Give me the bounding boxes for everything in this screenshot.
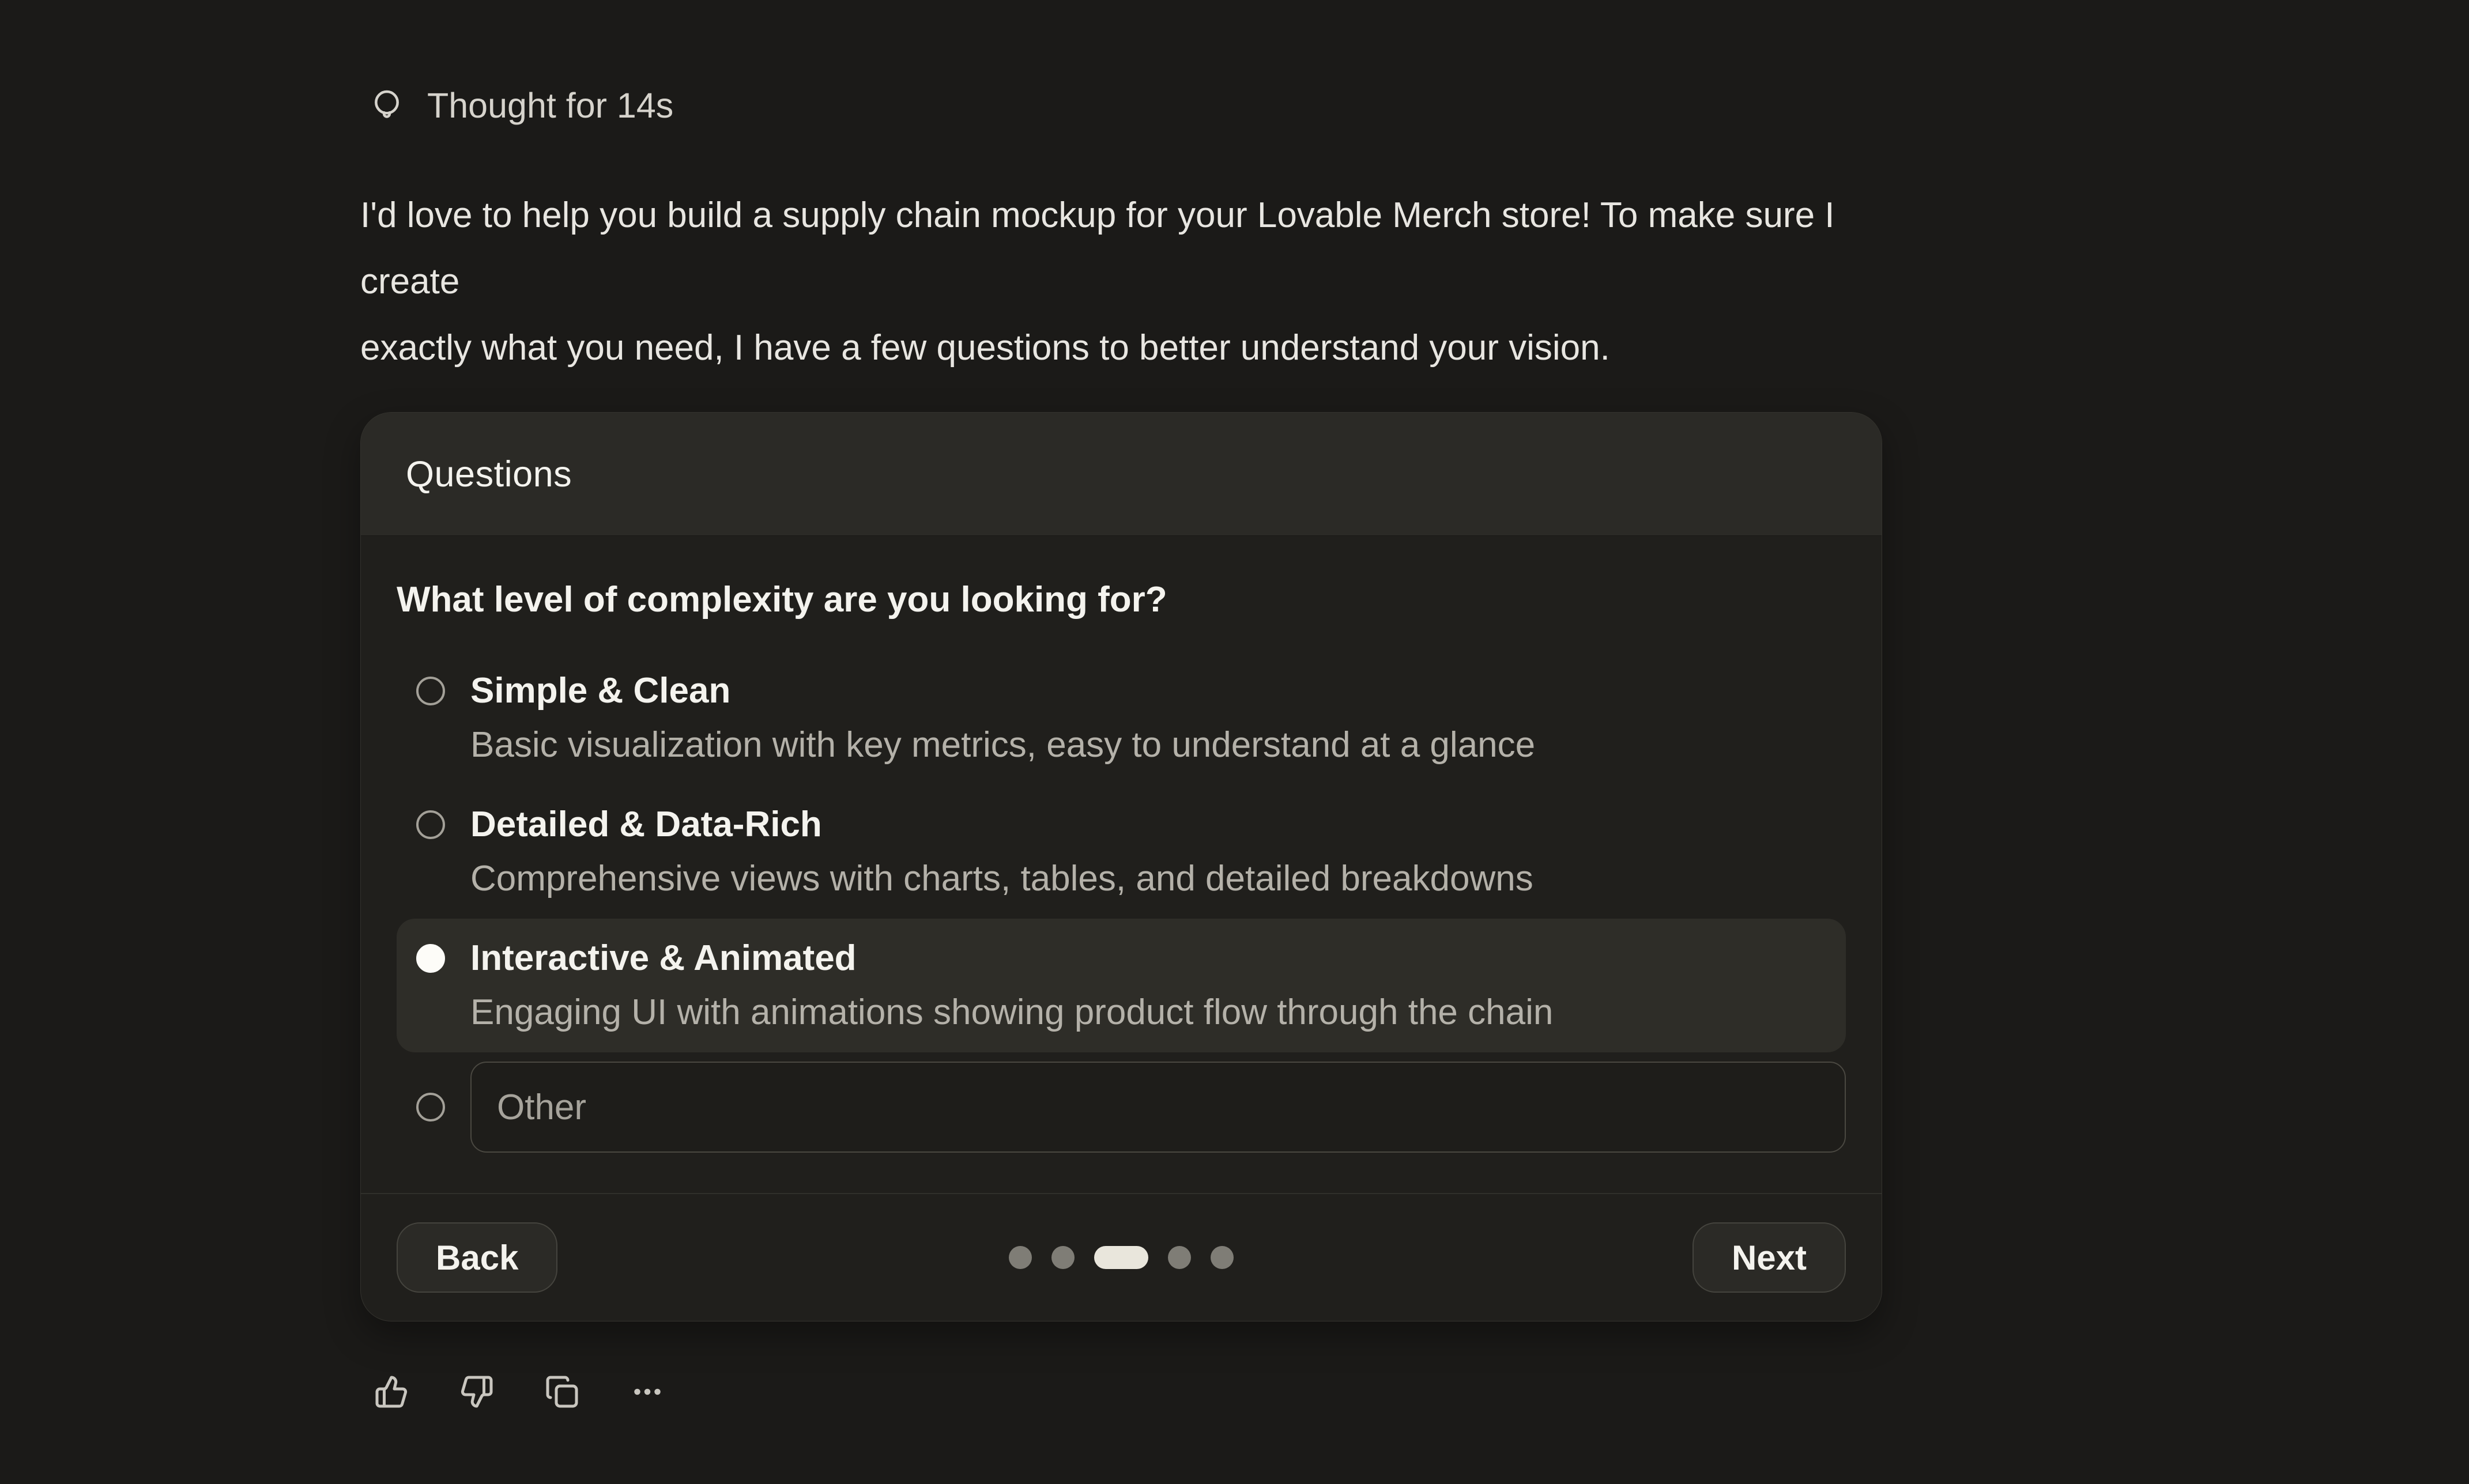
pagination-dot xyxy=(1051,1246,1075,1269)
option-description: Basic visualization with key metrics, ea… xyxy=(470,718,1535,772)
option-description: Comprehensive views with charts, tables,… xyxy=(470,852,1533,906)
options-list: Simple & CleanBasic visualization with k… xyxy=(397,651,1846,1052)
other-input[interactable] xyxy=(470,1062,1846,1153)
question-text: What level of complexity are you looking… xyxy=(397,573,1846,627)
card-body: What level of complexity are you looking… xyxy=(361,536,1882,1193)
option-text: Detailed & Data-RichComprehensive views … xyxy=(470,798,1533,906)
chat-message-column: Thought for 14s I'd love to help you bui… xyxy=(360,0,1885,1409)
questions-card: Questions What level of complexity are y… xyxy=(360,412,1882,1321)
radio-unselected-icon xyxy=(416,810,445,839)
thumbs-up-icon xyxy=(374,1375,409,1409)
thought-label: Thought for 14s xyxy=(427,85,673,126)
card-header: Questions xyxy=(361,413,1882,536)
back-button[interactable]: Back xyxy=(397,1222,557,1293)
lightbulb-icon xyxy=(368,87,405,124)
thought-summary[interactable]: Thought for 14s xyxy=(368,85,1885,126)
message-line-1: I'd love to help you build a supply chai… xyxy=(360,182,1885,315)
option-other xyxy=(397,1062,1846,1153)
assistant-message: I'd love to help you build a supply chai… xyxy=(360,182,1885,381)
message-line-2: exactly what you need, I have a few ques… xyxy=(360,315,1885,381)
radio-unselected-icon xyxy=(416,677,445,705)
radio-unselected-icon[interactable] xyxy=(416,1093,445,1122)
pagination-dot xyxy=(1009,1246,1032,1269)
message-actions xyxy=(360,1375,1885,1409)
card-title: Questions xyxy=(406,454,572,495)
option-text: Interactive & AnimatedEngaging UI with a… xyxy=(470,931,1553,1040)
option-title: Detailed & Data-Rich xyxy=(470,798,1533,852)
pagination-dot xyxy=(1211,1246,1234,1269)
option-interactive-animated[interactable]: Interactive & AnimatedEngaging UI with a… xyxy=(397,919,1846,1052)
option-simple-clean[interactable]: Simple & CleanBasic visualization with k… xyxy=(397,651,1846,785)
copy-icon xyxy=(545,1375,579,1409)
more-icon xyxy=(630,1375,665,1409)
copy-button[interactable] xyxy=(545,1375,579,1409)
radio-selected-icon xyxy=(416,944,445,973)
card-footer: Back Next xyxy=(361,1193,1882,1321)
option-title: Interactive & Animated xyxy=(470,931,1553,985)
pagination-dots xyxy=(1009,1246,1234,1269)
option-description: Engaging UI with animations showing prod… xyxy=(470,985,1553,1040)
option-title: Simple & Clean xyxy=(470,664,1535,718)
pagination-dot xyxy=(1168,1246,1191,1269)
pagination-dot-active xyxy=(1094,1246,1148,1269)
option-text: Simple & CleanBasic visualization with k… xyxy=(470,664,1535,772)
option-detailed-data-rich[interactable]: Detailed & Data-RichComprehensive views … xyxy=(397,785,1846,919)
thumbs-down-button[interactable] xyxy=(459,1375,494,1409)
thumbs-up-button[interactable] xyxy=(374,1375,409,1409)
thumbs-down-icon xyxy=(459,1375,494,1409)
more-button[interactable] xyxy=(630,1375,665,1409)
next-button[interactable]: Next xyxy=(1693,1222,1846,1293)
